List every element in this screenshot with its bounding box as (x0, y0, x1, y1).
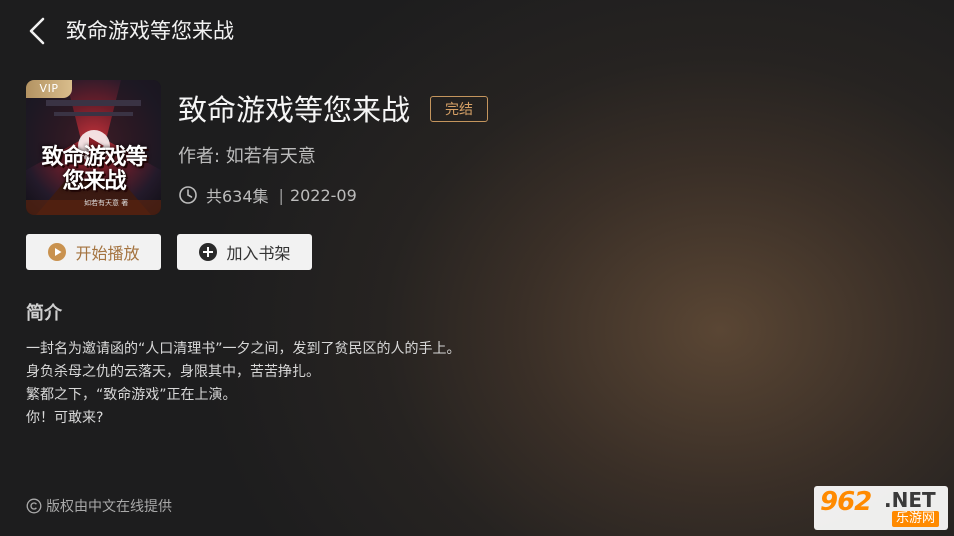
start-playing-button[interactable]: 开始播放 (26, 234, 161, 270)
back-arrow-icon (29, 17, 45, 45)
intro-line: 一封名为邀请函的“人口清理书”一夕之间，发到了贫民区的人的手上。 (26, 341, 461, 357)
book-meta: 共634集 | 2022-09 (178, 182, 357, 208)
intro-heading: 简介 (26, 303, 62, 324)
watermark-site: 乐游网 (892, 511, 940, 527)
clock-icon (179, 186, 197, 204)
site-watermark: 962 .NET 乐游网 (814, 486, 948, 530)
vip-badge: VIP (26, 80, 72, 98)
back-button[interactable] (22, 14, 56, 48)
book-title: 致命游戏等您来战 (178, 93, 411, 127)
watermark-net: .NET (884, 488, 936, 512)
page-title: 致命游戏等您来战 (66, 19, 234, 43)
meta-separator: | (278, 185, 284, 205)
intro-text: 一封名为邀请函的“人口清理书”一夕之间，发到了贫民区的人的手上。 身负杀母之仇的… (26, 338, 461, 430)
status-badge: 完结 (430, 96, 488, 122)
cover-title: 致命游戏等您来战 (41, 145, 147, 194)
add-to-shelf-label: 加入书架 (226, 244, 291, 263)
copyright-notice: 版权由中文在线提供 (26, 496, 172, 516)
intro-line: 繁都之下，“致命游戏”正在上演。 (26, 387, 237, 403)
intro-line: 你！可敢来? (26, 410, 104, 426)
watermark-number: 962 (820, 487, 872, 517)
book-author: 作者: 如若有天意 (178, 146, 316, 167)
start-playing-label: 开始播放 (75, 244, 140, 263)
cover-subtitle: 如若有天意 著 (84, 199, 129, 207)
add-to-shelf-button[interactable]: 加入书架 (177, 234, 312, 270)
release-date: 2022-09 (289, 185, 357, 205)
top-bar: 致命游戏等您来战 (0, 0, 954, 62)
plus-circle-icon (199, 243, 218, 261)
book-cover[interactable]: VIP 致命游戏等您来战 如若有天意 著 (26, 80, 161, 215)
copyright-text: 版权由中文在线提供 (46, 499, 172, 515)
intro-line: 身负杀母之仇的云落天，身限其中，苦苦挣扎。 (26, 364, 320, 380)
play-icon (48, 243, 67, 261)
episode-count: 共634集 (206, 187, 269, 206)
copyright-icon (26, 498, 42, 514)
